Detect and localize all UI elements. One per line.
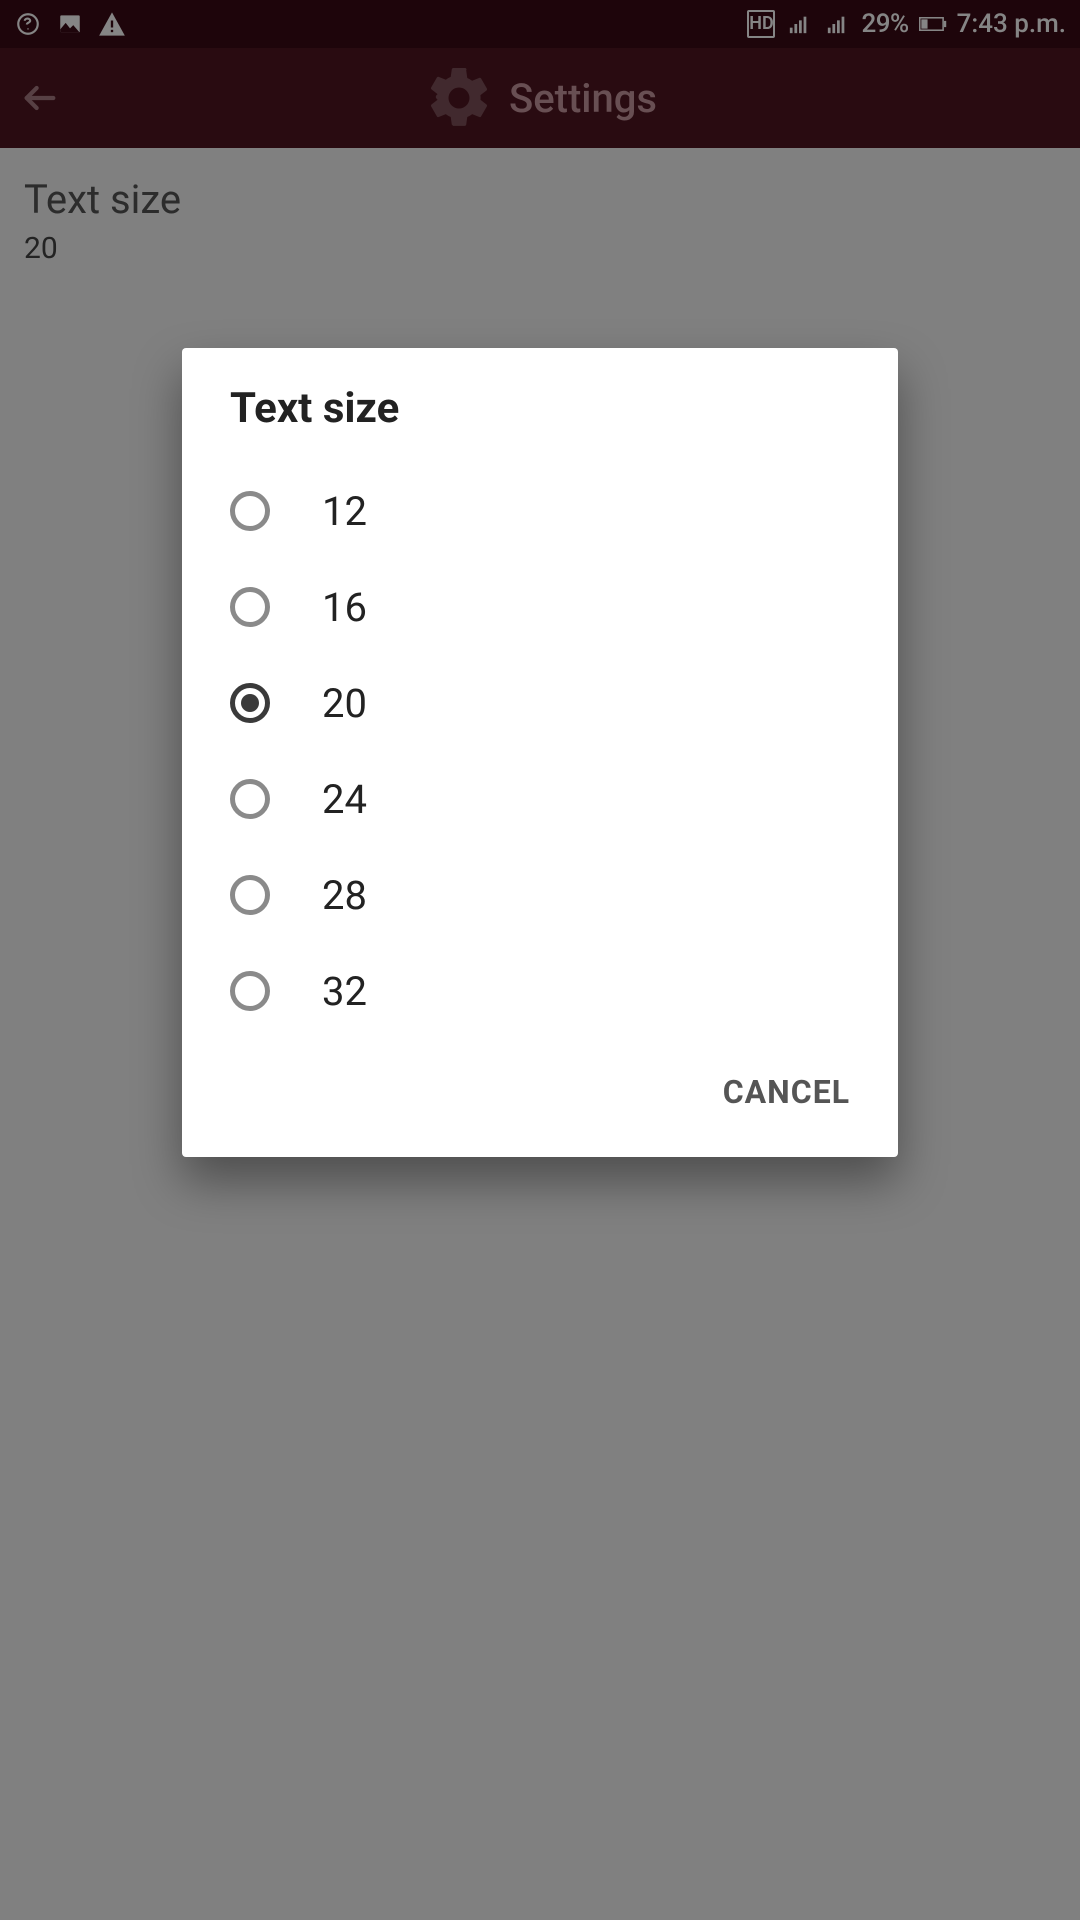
radio-icon bbox=[230, 587, 270, 627]
text-size-option-20[interactable]: 20 bbox=[182, 655, 898, 751]
text-size-option-16[interactable]: 16 bbox=[182, 559, 898, 655]
option-label: 20 bbox=[322, 680, 367, 727]
cancel-button[interactable]: CANCEL bbox=[723, 1073, 850, 1111]
text-size-option-24[interactable]: 24 bbox=[182, 751, 898, 847]
dialog-options: 12 16 20 24 28 32 bbox=[182, 457, 898, 1045]
text-size-dialog: Text size 12 16 20 24 28 32 CANCEL bbox=[182, 348, 898, 1157]
option-label: 32 bbox=[322, 968, 367, 1015]
option-label: 24 bbox=[322, 776, 367, 823]
option-label: 16 bbox=[322, 584, 367, 631]
dialog-title: Text size bbox=[182, 348, 898, 457]
text-size-option-32[interactable]: 32 bbox=[182, 943, 898, 1039]
radio-icon bbox=[230, 491, 270, 531]
radio-icon bbox=[230, 779, 270, 819]
text-size-option-12[interactable]: 12 bbox=[182, 463, 898, 559]
radio-icon bbox=[230, 683, 270, 723]
option-label: 12 bbox=[322, 488, 367, 535]
radio-icon bbox=[230, 875, 270, 915]
text-size-option-28[interactable]: 28 bbox=[182, 847, 898, 943]
radio-icon bbox=[230, 971, 270, 1011]
option-label: 28 bbox=[322, 872, 367, 919]
